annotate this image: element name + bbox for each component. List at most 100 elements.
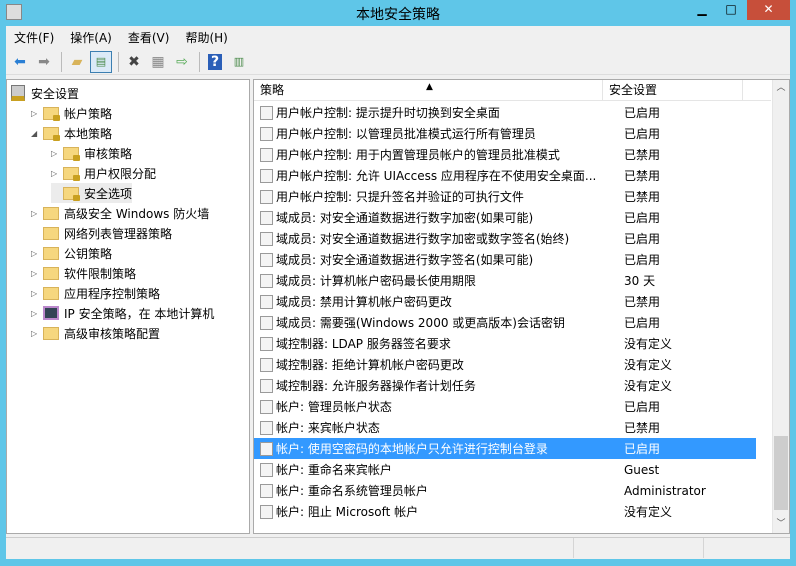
tree-item[interactable]: ▷ 用户权限分配	[51, 163, 156, 183]
table-row[interactable]: 用户帐户控制: 允许 UIAccess 应用程序在不使用安全桌面... 已禁用	[254, 165, 756, 186]
expand-arrow-icon[interactable]: ▷	[31, 209, 43, 218]
status-cell	[573, 538, 703, 558]
forward-icon[interactable]: ➡	[33, 51, 55, 73]
policy-setting: 已启用	[624, 211, 661, 225]
table-row[interactable]: 帐户: 来宾帐户状态 已禁用	[254, 417, 756, 438]
column-header-policy[interactable]: 策略 ▲	[254, 80, 603, 100]
policy-setting: 已启用	[624, 127, 661, 141]
table-row[interactable]: 用户帐户控制: 以管理员批准模式运行所有管理员 已启用	[254, 123, 756, 144]
expand-arrow-icon[interactable]: ▷	[31, 109, 43, 118]
policy-setting: 30 天	[624, 274, 656, 288]
list-header: 策略 ▲ 安全设置	[254, 80, 771, 101]
tree-item-label: 应用程序控制策略	[64, 286, 161, 301]
menu-bar: 文件(F) 操作(A) 查看(V) 帮助(H)	[6, 26, 790, 48]
tree-item[interactable]: ▷ 审核策略	[51, 143, 132, 163]
close-button[interactable]: ✕	[747, 0, 790, 20]
scrollbar-thumb[interactable]	[774, 436, 788, 510]
table-row[interactable]: 帐户: 管理员帐户状态 已启用	[254, 396, 756, 417]
export-list-icon[interactable]: ⇨	[171, 51, 193, 73]
expand-arrow-icon[interactable]: ▷	[31, 249, 43, 258]
table-row[interactable]: 帐户: 重命名来宾帐户 Guest	[254, 459, 756, 480]
tree-item[interactable]: ▷ 高级安全 Windows 防火墙	[31, 203, 209, 223]
policy-icon	[260, 462, 273, 477]
table-row[interactable]: 域成员: 需要强(Windows 2000 或更高版本)会话密钥 已启用	[254, 312, 756, 333]
expand-arrow-icon[interactable]: ▷	[31, 309, 43, 318]
policy-name: 用户帐户控制: 以管理员批准模式运行所有管理员	[276, 127, 536, 141]
minimize-button[interactable]: ▁	[689, 0, 715, 20]
tree-item[interactable]: ▷ IP 安全策略，在 本地计算机	[31, 303, 214, 323]
table-row[interactable]: 帐户: 使用空密码的本地帐户只允许进行控制台登录 已启用	[254, 438, 756, 459]
expand-arrow-icon[interactable]: ▷	[31, 289, 43, 298]
policy-icon	[260, 441, 273, 456]
policy-setting: 已禁用	[624, 169, 661, 183]
scroll-down-icon[interactable]: ﹀	[773, 516, 789, 533]
expanded-arrow-icon[interactable]: ◢	[31, 129, 43, 138]
maximize-button[interactable]: □	[718, 0, 744, 20]
column-policy-label: 策略	[260, 83, 285, 97]
folder-icon	[43, 286, 59, 300]
policy-icon	[260, 483, 273, 498]
table-row[interactable]: 域控制器: 拒绝计算机帐户密码更改 没有定义	[254, 354, 756, 375]
action-pane-icon[interactable]: ▥	[228, 51, 250, 73]
table-row[interactable]: 域控制器: LDAP 服务器签名要求 没有定义	[254, 333, 756, 354]
delete-icon[interactable]: ✖	[123, 51, 145, 73]
policy-icon	[260, 273, 273, 288]
table-row[interactable]: 用户帐户控制: 提示提升时切换到安全桌面 已启用	[254, 102, 756, 123]
table-row[interactable]: 域控制器: 允许服务器操作者计划任务 没有定义	[254, 375, 756, 396]
menu-action[interactable]: 操作(A)	[70, 29, 112, 46]
tree-item[interactable]: ◢ 本地策略	[31, 123, 112, 143]
expand-arrow-icon[interactable]: ▷	[31, 329, 43, 338]
menu-help[interactable]: 帮助(H)	[185, 29, 227, 46]
table-row[interactable]: 域成员: 计算机帐户密码最长使用期限 30 天	[254, 270, 756, 291]
policy-icon	[260, 210, 273, 225]
menu-view[interactable]: 查看(V)	[128, 29, 170, 46]
show-hide-tree-icon[interactable]: ▤	[90, 50, 112, 73]
policy-setting: 已启用	[624, 442, 661, 456]
scroll-up-icon[interactable]: ︿	[773, 80, 789, 97]
properties-icon[interactable]: ▦	[147, 51, 169, 73]
folder-icon	[43, 326, 59, 340]
policy-name: 域成员: 禁用计算机帐户密码更改	[276, 295, 452, 309]
up-folder-icon[interactable]: ▰	[66, 51, 88, 73]
policy-setting: 没有定义	[624, 379, 673, 393]
policy-icon	[260, 420, 273, 435]
expand-arrow-icon[interactable]: ▷	[51, 149, 63, 158]
table-row[interactable]: 域成员: 对安全通道数据进行数字加密(如果可能) 已启用	[254, 207, 756, 228]
tree-item[interactable]: ▷ 公钥策略	[31, 243, 112, 263]
table-row[interactable]: 用户帐户控制: 用于内置管理员帐户的管理员批准模式 已禁用	[254, 144, 756, 165]
policy-icon	[260, 189, 273, 204]
policy-setting: 已启用	[624, 232, 661, 246]
table-row[interactable]: 用户帐户控制: 只提升签名并验证的可执行文件 已禁用	[254, 186, 756, 207]
table-row[interactable]: 帐户: 重命名系统管理员帐户 Administrator	[254, 480, 756, 501]
menu-file[interactable]: 文件(F)	[14, 29, 54, 46]
tree-item[interactable]: 安全选项	[51, 183, 133, 203]
policy-icon	[260, 357, 273, 372]
table-row[interactable]: 帐户: 阻止 Microsoft 帐户 没有定义	[254, 501, 756, 522]
expand-arrow-icon[interactable]: ▷	[51, 169, 63, 178]
policy-list: 策略 ▲ 安全设置 用户帐户控制: 提示提升时切换到安全桌面 已启用 用户帐户控制: …	[253, 79, 790, 534]
policy-icon	[260, 231, 273, 246]
tree-item[interactable]: ▷ 帐户策略	[31, 103, 112, 123]
policy-setting: 已启用	[624, 400, 661, 414]
tree-item-label: 高级审核策略配置	[64, 326, 161, 341]
table-row[interactable]: 域成员: 禁用计算机帐户密码更改 已禁用	[254, 291, 756, 312]
tree-item[interactable]: 网络列表管理器策略	[31, 223, 172, 243]
policy-setting: 已禁用	[624, 190, 661, 204]
vertical-scrollbar[interactable]: ︿ ﹀	[772, 80, 789, 533]
sort-ascending-icon: ▲	[426, 82, 433, 92]
tree-item[interactable]: 安全设置	[11, 83, 79, 103]
tree-item[interactable]: ▷ 高级审核策略配置	[31, 323, 160, 343]
policy-icon	[260, 336, 273, 351]
policy-setting: 已启用	[624, 253, 661, 267]
tree-item[interactable]: ▷ 应用程序控制策略	[31, 283, 160, 303]
policy-name: 帐户: 使用空密码的本地帐户只允许进行控制台登录	[276, 442, 548, 456]
tree-item[interactable]: ▷ 软件限制策略	[31, 263, 136, 283]
back-icon[interactable]: ⬅	[9, 51, 31, 73]
expand-arrow-icon[interactable]: ▷	[31, 269, 43, 278]
column-header-setting[interactable]: 安全设置	[603, 80, 743, 100]
table-row[interactable]: 域成员: 对安全通道数据进行数字签名(如果可能) 已启用	[254, 249, 756, 270]
tree-item-label: IP 安全策略，在 本地计算机	[64, 306, 215, 321]
help-icon[interactable]: ?	[204, 51, 226, 73]
policy-icon	[260, 147, 273, 162]
table-row[interactable]: 域成员: 对安全通道数据进行数字加密或数字签名(始终) 已启用	[254, 228, 756, 249]
